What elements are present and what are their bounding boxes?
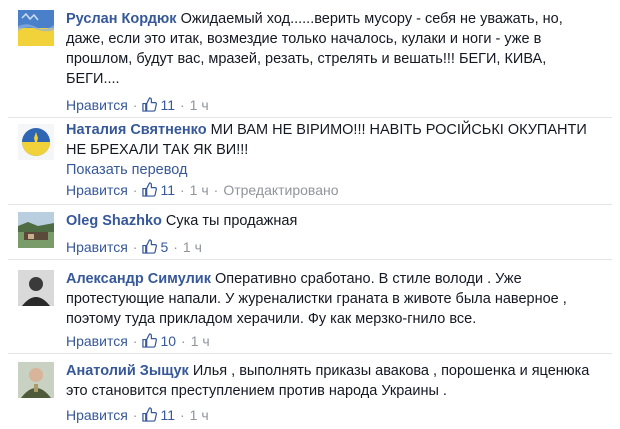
thumbs-up-icon xyxy=(142,182,158,197)
like-count[interactable]: 11 xyxy=(142,97,175,113)
like-count[interactable]: 11 xyxy=(142,407,175,423)
avatar[interactable] xyxy=(18,10,54,46)
person-avatar-icon xyxy=(18,270,54,306)
like-button[interactable]: Нравится xyxy=(66,407,128,423)
comment-actions: Нравится · 11 · 1 ч · Отредактировано xyxy=(66,182,339,198)
avatar[interactable] xyxy=(18,124,54,160)
like-button[interactable]: Нравится xyxy=(66,239,128,255)
uniform-person-avatar-icon xyxy=(18,362,54,398)
edited-label[interactable]: Отредактировано xyxy=(223,182,338,198)
landscape-avatar-icon xyxy=(18,212,54,248)
comment-author[interactable]: Анатолий Зыщук xyxy=(66,363,189,379)
show-translation-link[interactable]: Показать перевод xyxy=(66,160,600,180)
comment-author[interactable]: Oleg Shazhko xyxy=(66,213,162,229)
comment: Александр Симулик Оперативно сработано. … xyxy=(0,260,620,354)
thumbs-up-icon xyxy=(142,97,158,112)
comment: Наталия Святненко МИ ВАМ НЕ ВІРИМО!!! НА… xyxy=(0,118,620,205)
comment-author[interactable]: Наталия Святненко xyxy=(66,122,207,138)
comment-timestamp[interactable]: 1 ч xyxy=(190,182,209,198)
comment-timestamp[interactable]: 1 ч xyxy=(183,239,202,255)
comment-timestamp[interactable]: 1 ч xyxy=(190,407,209,423)
comment-actions: Нравится · 10 · 1 ч xyxy=(66,333,210,349)
ukraine-flag-avatar-icon xyxy=(18,10,54,46)
thumbs-up-icon xyxy=(142,407,158,422)
comment-author[interactable]: Руслан Кордюк xyxy=(66,11,177,27)
comment-text: Сука ты продажная xyxy=(165,213,298,229)
comment-actions: Нравится · 5 · 1 ч xyxy=(66,239,202,255)
thumbs-up-icon xyxy=(142,239,158,254)
comment-timestamp[interactable]: 1 ч xyxy=(191,333,210,349)
thumbs-up-icon xyxy=(142,333,158,348)
like-button[interactable]: Нравится xyxy=(66,182,128,198)
comment-actions: Нравится · 11 · 1 ч xyxy=(66,97,209,113)
comment: Руслан Кордюк Ожидаемый ход......верить … xyxy=(0,0,620,118)
like-count[interactable]: 5 xyxy=(142,239,168,255)
comment-timestamp[interactable]: 1 ч xyxy=(190,97,209,113)
like-button[interactable]: Нравится xyxy=(66,333,128,349)
comment: Oleg Shazhko Сука ты продажная Нравится ·… xyxy=(0,205,620,260)
like-count[interactable]: 11 xyxy=(142,182,175,198)
like-count[interactable]: 10 xyxy=(142,333,176,349)
avatar[interactable] xyxy=(18,212,54,248)
ukraine-emblem-avatar-icon xyxy=(18,124,54,160)
comment-author[interactable]: Александр Симулик xyxy=(66,271,211,287)
comment-actions: Нравится · 11 · 1 ч xyxy=(66,407,209,423)
comment: Анатолий Зыщук Илья , выполнять приказы … xyxy=(0,354,620,429)
avatar[interactable] xyxy=(18,362,54,398)
like-button[interactable]: Нравится xyxy=(66,97,128,113)
comment-feed: Руслан Кордюк Ожидаемый ход......верить … xyxy=(0,0,620,429)
avatar[interactable] xyxy=(18,270,54,306)
